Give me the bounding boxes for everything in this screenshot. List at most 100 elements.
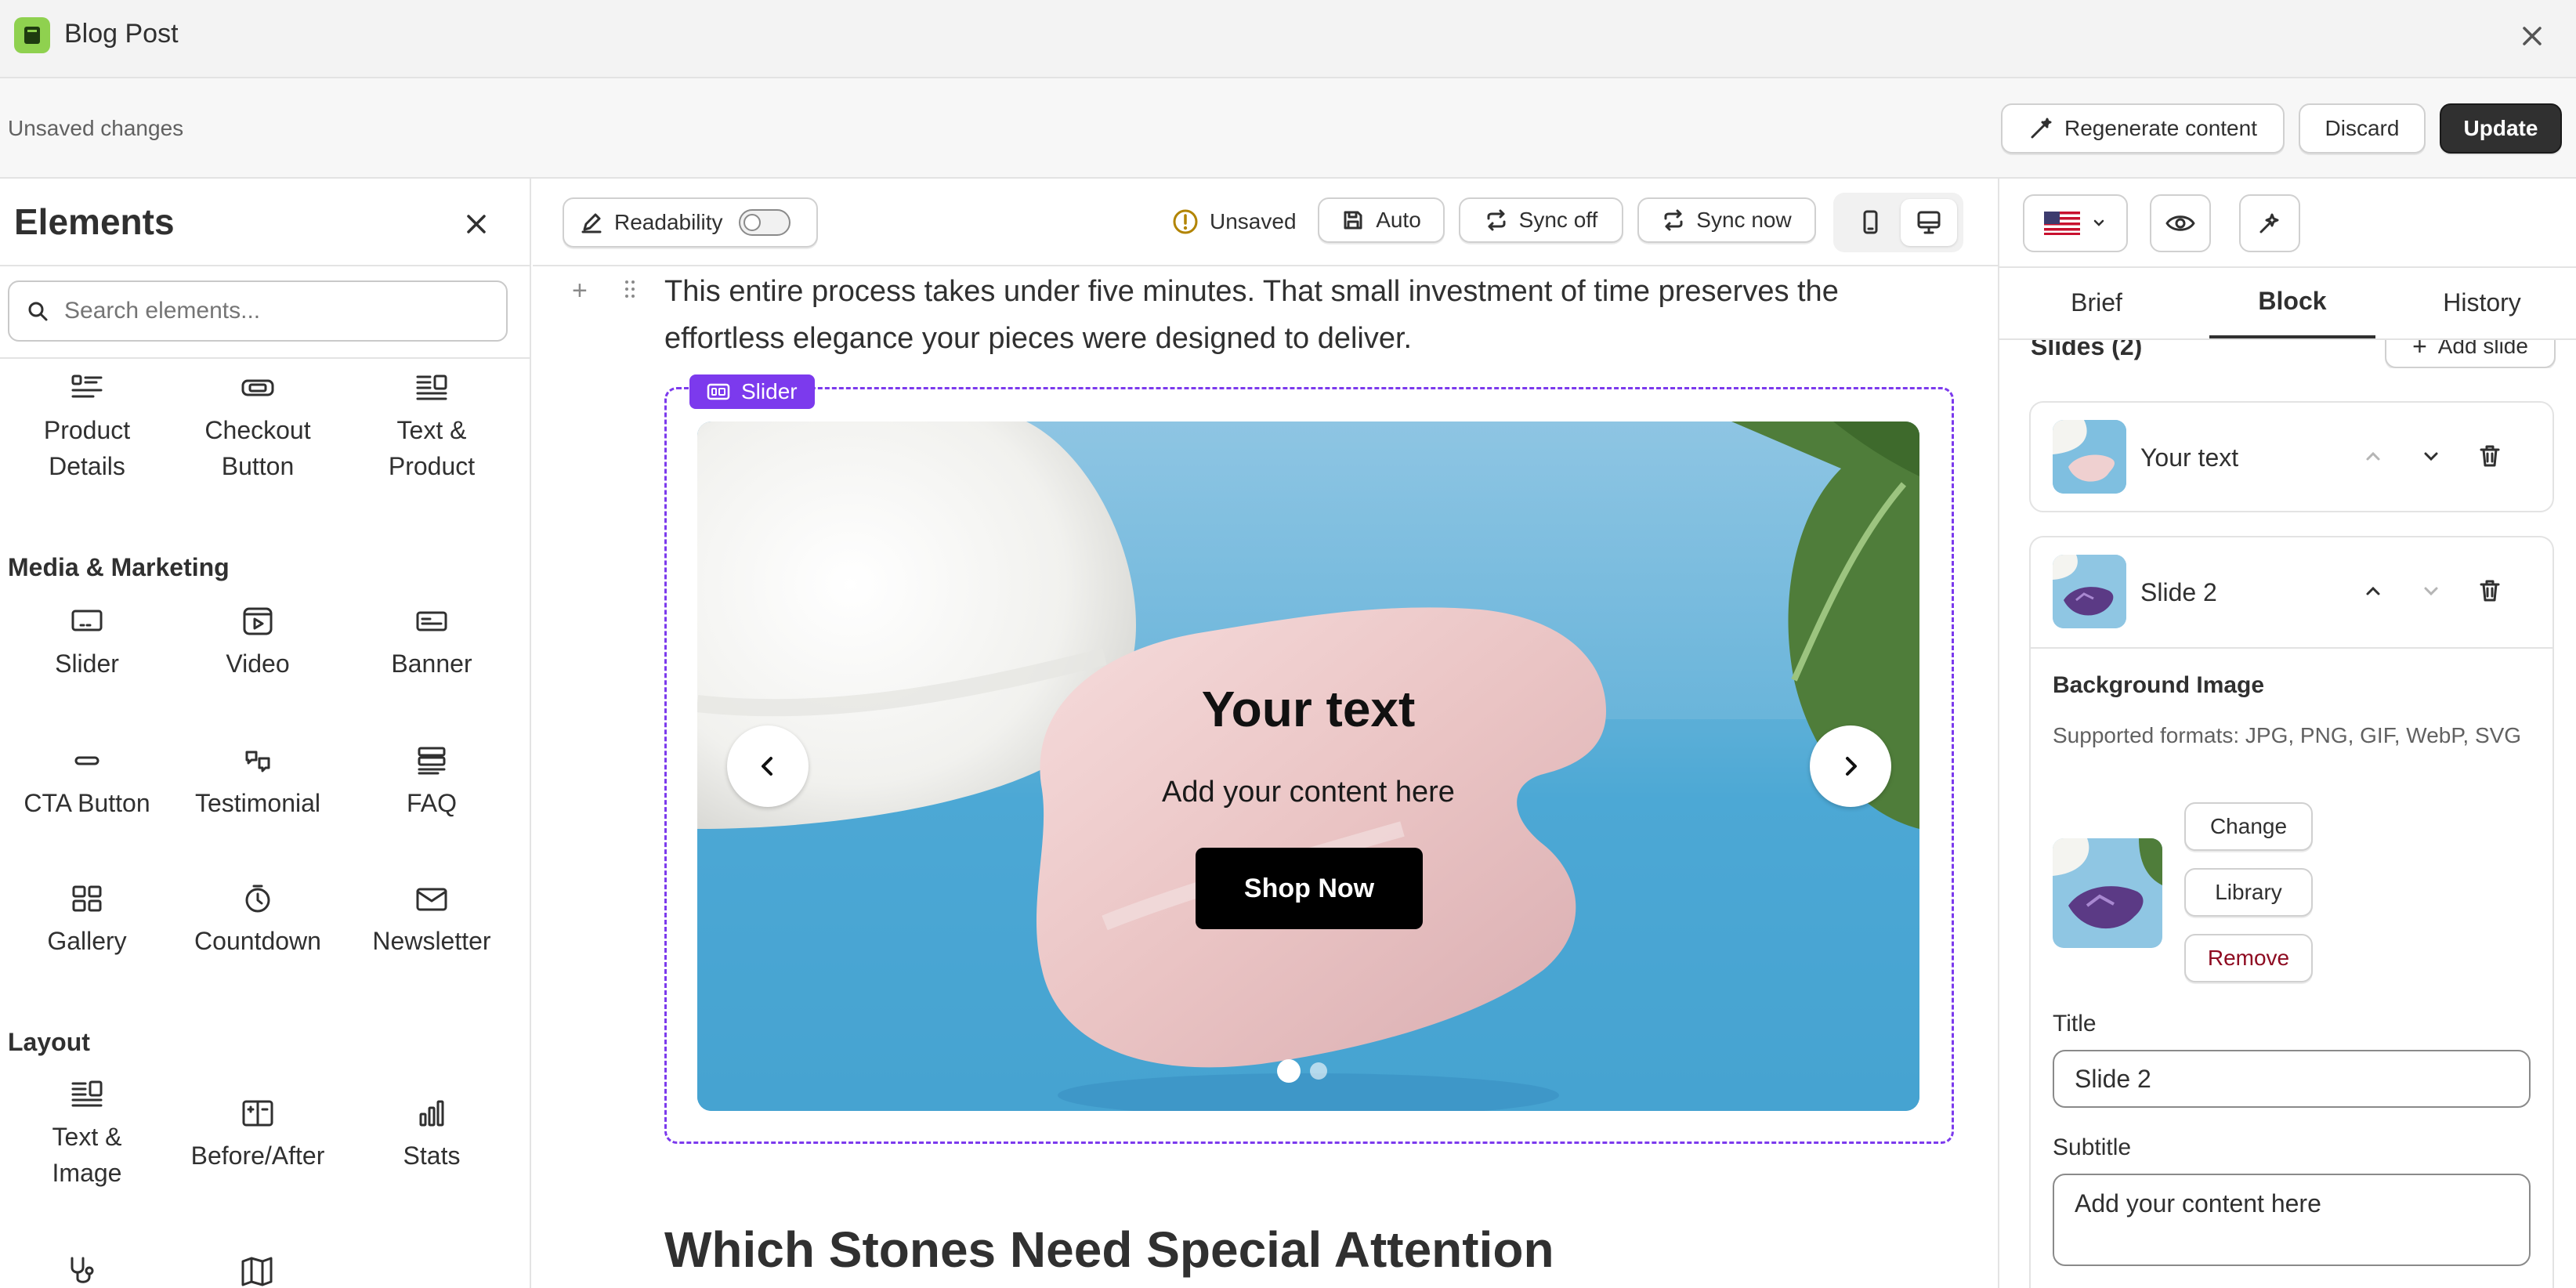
supported-formats-text: Supported formats: JPG, PNG, GIF, WebP, … xyxy=(2053,723,2522,747)
slide-1-name: Your text xyxy=(2140,443,2239,472)
search-elements-field[interactable] xyxy=(8,280,508,342)
video-label: Video xyxy=(226,649,290,678)
eye-icon xyxy=(2165,215,2195,231)
element-product-details[interactable]: Product Details xyxy=(0,373,174,484)
pen-icon xyxy=(581,213,602,233)
slide-card-1[interactable]: Your text xyxy=(2029,401,2554,512)
preview-button[interactable] xyxy=(2150,194,2211,252)
text-image-icon xyxy=(71,1080,103,1107)
subtitle-textarea-value: Add your content here xyxy=(2075,1189,2321,1217)
regenerate-content-label: Regenerate content xyxy=(2064,116,2257,140)
device-toggle xyxy=(1833,193,1963,252)
change-image-button[interactable]: Change xyxy=(2184,802,2313,851)
auto-save-button[interactable]: Auto xyxy=(1318,197,1445,243)
tab-history[interactable]: History xyxy=(2386,266,2576,338)
newsletter-label: Newsletter xyxy=(372,927,491,955)
delete-slide-2-icon[interactable] xyxy=(2476,577,2504,605)
move-up-icon xyxy=(2360,443,2386,470)
title-input-value: Slide 2 xyxy=(2075,1064,2151,1093)
element-banner[interactable]: Banner xyxy=(345,606,519,682)
checkout-button-label: Checkout Button xyxy=(204,416,311,480)
element-checkout-button[interactable]: Checkout Button xyxy=(171,373,345,484)
element-stats[interactable]: Stats xyxy=(345,1098,519,1174)
element-video[interactable]: Video xyxy=(171,606,345,682)
mobile-view-icon[interactable] xyxy=(1843,201,1898,244)
banner-icon xyxy=(416,611,447,631)
slide-2-divider xyxy=(2031,647,2552,649)
library-button[interactable]: Library xyxy=(2184,868,2313,917)
add-block-icon[interactable]: + xyxy=(572,276,588,306)
title-input[interactable]: Slide 2 xyxy=(2053,1050,2531,1108)
drag-handle-icon[interactable] xyxy=(622,277,638,302)
countdown-icon xyxy=(245,885,270,913)
tab-block[interactable]: Block xyxy=(2209,266,2375,338)
element-countdown[interactable]: Countdown xyxy=(171,884,345,959)
element-testimonial[interactable]: Testimonial xyxy=(171,746,345,821)
testimonial-icon xyxy=(245,751,270,772)
video-icon xyxy=(243,607,273,635)
testimonial-label: Testimonial xyxy=(194,789,321,817)
delete-slide-1-icon[interactable] xyxy=(2476,442,2504,470)
slide-dots xyxy=(1277,1059,1327,1083)
desktop-view-icon[interactable] xyxy=(1901,199,1957,246)
slider-label: Slider xyxy=(55,649,119,678)
element-gallery[interactable]: Gallery xyxy=(0,884,174,959)
regenerate-content-button[interactable]: Regenerate content xyxy=(2001,103,2285,154)
before-after-label: Before/After xyxy=(190,1141,325,1170)
discard-label: Discard xyxy=(2325,116,2400,140)
readability-switch[interactable] xyxy=(738,209,791,236)
subtitle-textarea[interactable]: Add your content here xyxy=(2053,1174,2531,1266)
elements-panel: Elements Product Details Checkout Button… xyxy=(0,179,531,1288)
warning-icon xyxy=(1173,209,1198,234)
element-faq[interactable]: FAQ xyxy=(345,746,519,821)
unsaved-indicator: Unsaved xyxy=(1172,208,1297,235)
previous-slide-button[interactable] xyxy=(727,725,809,807)
unsaved-changes-text: Unsaved changes xyxy=(8,116,184,140)
newsletter-icon xyxy=(416,888,447,911)
map-icon[interactable] xyxy=(240,1255,274,1286)
remove-image-button[interactable]: Remove xyxy=(2184,934,2313,982)
media-marketing-heading: Media & Marketing xyxy=(8,553,230,581)
slide-dot-2[interactable] xyxy=(1310,1062,1327,1080)
language-selector[interactable] xyxy=(2023,194,2128,252)
tabs-divider xyxy=(1999,338,2576,340)
paragraph-text[interactable]: This entire process takes under five min… xyxy=(664,268,1887,362)
slide-dot-1[interactable] xyxy=(1277,1059,1301,1083)
search-elements-input[interactable] xyxy=(64,298,487,324)
faq-icon xyxy=(418,747,446,775)
close-window-icon[interactable] xyxy=(2515,19,2549,53)
sub-header: Unsaved changes Regenerate content Disca… xyxy=(0,78,2576,179)
tab-brief[interactable]: Brief xyxy=(1999,266,2194,338)
element-text-image[interactable]: Text & Image xyxy=(0,1080,174,1191)
slide-2-thumbnail xyxy=(2053,555,2126,628)
stethoscope-icon[interactable] xyxy=(66,1255,100,1286)
element-slider[interactable]: Slider xyxy=(0,606,174,682)
readability-toggle-button[interactable]: Readability xyxy=(563,197,818,248)
element-cta-button[interactable]: CTA Button xyxy=(0,746,174,821)
element-before-after[interactable]: Before/After xyxy=(171,1098,345,1174)
move-down-icon[interactable] xyxy=(2418,443,2444,470)
app-logo-icon xyxy=(14,17,50,53)
collapse-up-icon[interactable] xyxy=(2360,578,2386,605)
element-newsletter[interactable]: Newsletter xyxy=(345,884,519,959)
slide-image xyxy=(697,421,1919,1111)
product-details-icon xyxy=(71,374,103,398)
sync-off-label: Sync off xyxy=(1518,208,1598,232)
stats-label: Stats xyxy=(403,1141,461,1170)
sync-off-button[interactable]: Sync off xyxy=(1459,197,1623,243)
ai-sparkle-button[interactable] xyxy=(2239,194,2300,252)
update-button[interactable]: Update xyxy=(2440,103,2562,154)
countdown-label: Countdown xyxy=(194,927,321,955)
element-text-product[interactable]: Text & Product xyxy=(345,373,519,484)
shop-now-button[interactable]: Shop Now xyxy=(1196,848,1423,929)
sync-now-button[interactable]: Sync now xyxy=(1637,197,1816,243)
discard-button[interactable]: Discard xyxy=(2299,103,2426,154)
readability-label: Readability xyxy=(614,210,723,234)
section-heading[interactable]: Which Stones Need Special Attention xyxy=(664,1221,1554,1279)
slider-tag-icon xyxy=(707,383,730,400)
close-panel-icon[interactable] xyxy=(458,205,495,243)
text-product-label: Text & Product xyxy=(388,416,476,480)
gallery-label: Gallery xyxy=(47,927,127,955)
sync-now-label: Sync now xyxy=(1696,208,1792,232)
next-slide-button[interactable] xyxy=(1810,725,1891,807)
